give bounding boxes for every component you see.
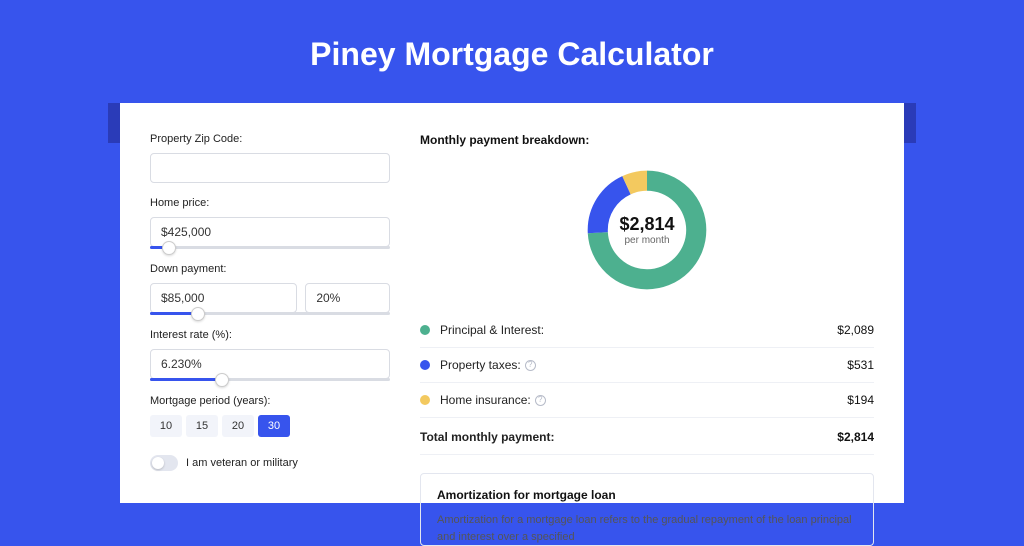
legend-dot-insurance-icon <box>420 395 430 405</box>
period-tab-10[interactable]: 10 <box>150 415 182 437</box>
home-price-field-group: Home price: <box>150 197 390 249</box>
home-price-slider[interactable] <box>150 246 390 249</box>
amortization-text: Amortization for a mortgage loan refers … <box>437 512 857 545</box>
breakdown-label-taxes: Property taxes: ? <box>440 358 847 372</box>
down-payment-amount-input[interactable] <box>150 283 297 313</box>
donut-chart: $2,814 per month <box>582 165 712 295</box>
interest-rate-slider[interactable] <box>150 378 390 381</box>
amortization-box: Amortization for mortgage loan Amortizat… <box>420 473 874 546</box>
donut-center: $2,814 per month <box>582 165 712 295</box>
interest-rate-label: Interest rate (%): <box>150 329 390 341</box>
page-title: Piney Mortgage Calculator <box>0 0 1024 103</box>
down-payment-percent-input[interactable] <box>305 283 390 313</box>
zip-label: Property Zip Code: <box>150 133 390 145</box>
period-field-group: Mortgage period (years): 10 15 20 30 <box>150 395 390 437</box>
veteran-toggle[interactable] <box>150 455 178 471</box>
breakdown-row-principal: Principal & Interest: $2,089 <box>420 313 874 348</box>
interest-rate-slider-thumb[interactable] <box>215 373 229 387</box>
zip-field-group: Property Zip Code: <box>150 133 390 183</box>
interest-rate-input[interactable] <box>150 349 390 379</box>
interest-rate-field-group: Interest rate (%): <box>150 329 390 381</box>
breakdown-title: Monthly payment breakdown: <box>420 133 874 147</box>
veteran-toggle-label: I am veteran or military <box>186 457 298 469</box>
donut-sub: per month <box>624 235 669 246</box>
veteran-toggle-row: I am veteran or military <box>150 455 390 471</box>
breakdown-row-insurance: Home insurance: ? $194 <box>420 383 874 418</box>
breakdown-value-taxes: $531 <box>847 358 874 372</box>
down-payment-slider-thumb[interactable] <box>191 307 205 321</box>
down-payment-field-group: Down payment: <box>150 263 390 315</box>
breakdown-row-taxes: Property taxes: ? $531 <box>420 348 874 383</box>
info-icon[interactable]: ? <box>535 395 546 406</box>
breakdown-label-taxes-text: Property taxes: <box>440 358 521 372</box>
breakdown-label-total: Total monthly payment: <box>420 430 837 444</box>
breakdown-column: Monthly payment breakdown: $2,814 per mo… <box>420 133 874 503</box>
legend-dot-principal-icon <box>420 325 430 335</box>
period-tab-15[interactable]: 15 <box>186 415 218 437</box>
zip-input[interactable] <box>150 153 390 183</box>
period-tab-20[interactable]: 20 <box>222 415 254 437</box>
calculator-card: Property Zip Code: Home price: Down paym… <box>120 103 904 503</box>
breakdown-label-principal: Principal & Interest: <box>440 323 837 337</box>
breakdown-value-principal: $2,089 <box>837 323 874 337</box>
breakdown-label-insurance: Home insurance: ? <box>440 393 847 407</box>
down-payment-label: Down payment: <box>150 263 390 275</box>
down-payment-slider[interactable] <box>150 312 390 315</box>
breakdown-value-insurance: $194 <box>847 393 874 407</box>
home-price-label: Home price: <box>150 197 390 209</box>
home-price-input[interactable] <box>150 217 390 247</box>
info-icon[interactable]: ? <box>525 360 536 371</box>
breakdown-label-insurance-text: Home insurance: <box>440 393 531 407</box>
donut-chart-wrap: $2,814 per month <box>420 159 874 313</box>
period-tabs: 10 15 20 30 <box>150 415 390 437</box>
legend-dot-taxes-icon <box>420 360 430 370</box>
home-price-slider-thumb[interactable] <box>162 241 176 255</box>
breakdown-value-total: $2,814 <box>837 430 874 444</box>
breakdown-row-total: Total monthly payment: $2,814 <box>420 418 874 455</box>
amortization-title: Amortization for mortgage loan <box>437 488 857 502</box>
donut-amount: $2,814 <box>619 214 674 235</box>
period-label: Mortgage period (years): <box>150 395 390 407</box>
period-tab-30[interactable]: 30 <box>258 415 290 437</box>
form-column: Property Zip Code: Home price: Down paym… <box>150 133 390 503</box>
